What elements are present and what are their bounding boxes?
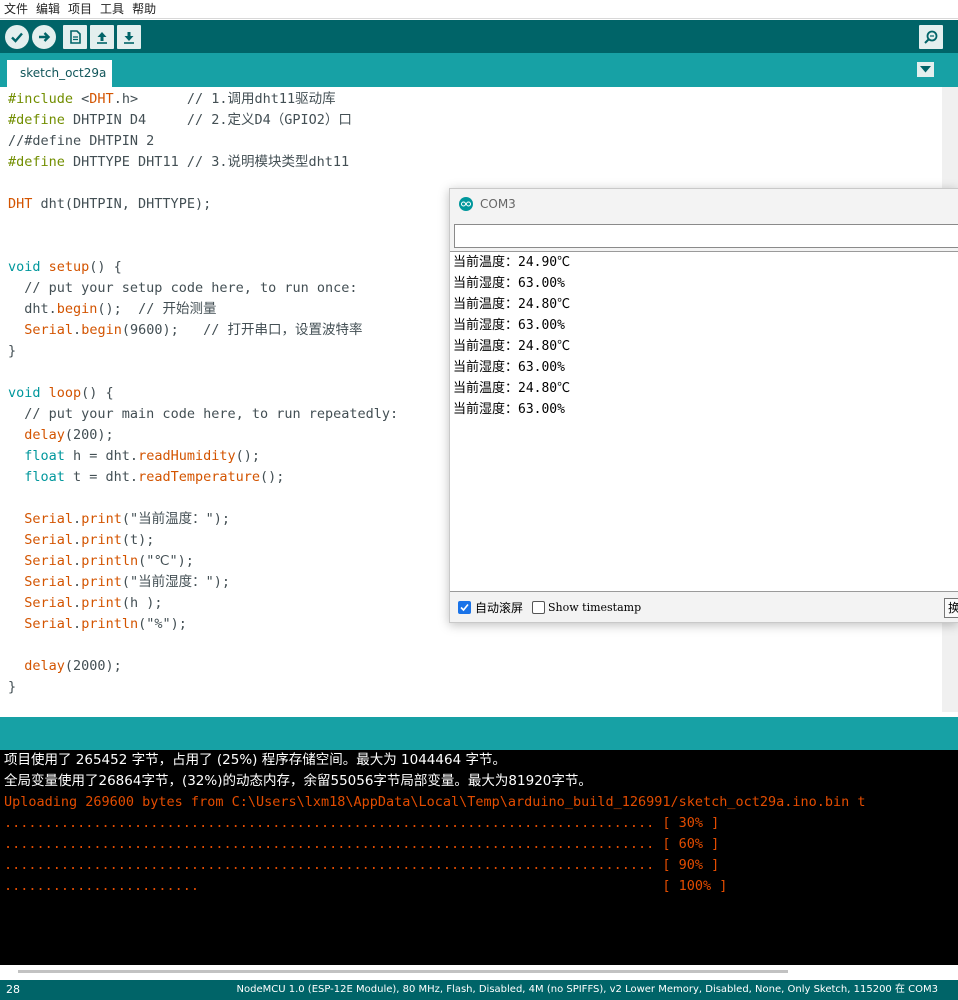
output-console: 项目使用了 265452 字节，占用了 (25%) 程序存储空间。最大为 104…	[0, 750, 958, 965]
open-icon	[97, 32, 107, 44]
serial-monitor-window: COM3 当前温度：24.90℃ 当前湿度：63.00% 当前温度：24.80℃ 当前…	[449, 188, 958, 623]
serial-output-line: 当前湿度：63.00%	[453, 318, 565, 333]
tab-sketch[interactable]: sketch_oct29a	[7, 60, 112, 87]
code-line[interactable]	[8, 215, 398, 236]
code-area[interactable]: #include <DHT.h> // 1.调用dht11驱动库 #define …	[8, 89, 398, 698]
check-icon	[460, 603, 469, 612]
serial-output-line: 当前湿度：63.00%	[453, 276, 565, 291]
serial-output-line: 当前温度：24.80℃	[453, 297, 571, 312]
verify-button[interactable]	[5, 25, 29, 49]
code-line[interactable]	[8, 635, 398, 656]
serial-output: 当前温度：24.90℃ 当前湿度：63.00% 当前温度：24.80℃ 当前湿度：63…	[450, 251, 958, 592]
serial-output-line: 当前湿度：63.00%	[453, 360, 565, 375]
console-line: 项目使用了 265452 字节，占用了 (25%) 程序存储空间。最大为 104…	[4, 752, 506, 768]
serial-output-line: 当前温度：24.80℃	[453, 339, 571, 354]
chevron-down-icon	[920, 66, 931, 73]
code-line[interactable]: delay(200);	[8, 425, 398, 446]
autoscroll-label: 自动滚屏	[475, 601, 524, 615]
menu-sketch[interactable]: 项目	[64, 0, 96, 19]
code-line[interactable]: Serial.println("℃");	[8, 551, 398, 572]
code-line[interactable]: // put your setup code here, to run once…	[8, 278, 398, 299]
serial-send-input[interactable]	[454, 224, 958, 248]
serial-output-line: 当前温度：24.80℃	[453, 381, 571, 396]
console-line: Uploading 269600 bytes from C:\Users\lxm…	[4, 794, 866, 810]
code-line[interactable]: //#define DHTPIN 2	[8, 131, 398, 152]
new-button[interactable]	[63, 25, 87, 49]
serial-options: 自动滚屏 Show timestamp 换	[450, 597, 958, 621]
code-line[interactable]: Serial.print("当前湿度：");	[8, 572, 398, 593]
code-line[interactable]: }	[8, 341, 398, 362]
code-line[interactable]	[8, 362, 398, 383]
show-timestamp-checkbox[interactable]	[532, 601, 545, 614]
code-line[interactable]: delay(2000);	[8, 656, 398, 677]
code-line[interactable]: }	[8, 677, 398, 698]
save-button[interactable]	[117, 25, 141, 49]
menu-help[interactable]: 帮助	[128, 0, 160, 19]
code-line[interactable]: Serial.print(t);	[8, 530, 398, 551]
code-line[interactable]: void loop() {	[8, 383, 398, 404]
code-line[interactable]: // put your main code here, to run repea…	[8, 404, 398, 425]
menu-tools[interactable]: 工具	[96, 0, 128, 19]
tab-strip: sketch_oct29a	[0, 53, 958, 87]
save-icon	[124, 32, 134, 44]
upload-icon	[39, 32, 51, 42]
code-line[interactable]: DHT dht(DHTPIN, DHTTYPE);	[8, 194, 398, 215]
toolbar	[0, 20, 958, 53]
menu-edit[interactable]: 编辑	[32, 0, 64, 19]
upload-button[interactable]	[32, 25, 56, 49]
code-line[interactable]: Serial.println("%");	[8, 614, 398, 635]
serial-monitor-button[interactable]	[919, 25, 943, 49]
code-line[interactable]: Serial.print(h );	[8, 593, 398, 614]
show-timestamp-label: Show timestamp	[548, 601, 642, 614]
console-line: ........................................…	[4, 857, 720, 873]
tab-menu-button[interactable]	[917, 62, 934, 77]
serial-output-line: 当前湿度：63.00%	[453, 402, 565, 417]
serial-monitor-icon	[924, 30, 938, 44]
open-button[interactable]	[90, 25, 114, 49]
code-line[interactable]: #include <DHT.h> // 1.调用dht11驱动库	[8, 89, 398, 110]
board-info: NodeMCU 1.0 (ESP-12E Module), 80 MHz, Fl…	[236, 984, 938, 995]
menu-bar: 文件 编辑 项目 工具 帮助	[0, 0, 958, 19]
code-line[interactable]: #define DHTPIN D4 // 2.定义D4（GPIO2）口	[8, 110, 398, 131]
autoscroll-checkbox[interactable]	[458, 601, 471, 614]
code-line[interactable]: float h = dht.readHumidity();	[8, 446, 398, 467]
new-icon	[70, 30, 81, 44]
arduino-logo-icon	[459, 197, 473, 211]
console-line: ........................ [ 100% ]	[4, 878, 728, 894]
console-line: ........................................…	[4, 836, 720, 852]
code-line[interactable]: float t = dht.readTemperature();	[8, 467, 398, 488]
code-line[interactable]: Serial.begin(9600); // 打开串口，设置波特率	[8, 320, 398, 341]
code-line[interactable]: #define DHTTYPE DHT11 // 3.说明模块类型dht11	[8, 152, 398, 173]
console-line: 全局变量使用了26864字节，(32%)的动态内存，余留55056字节局部变量。…	[4, 773, 592, 789]
code-line[interactable]	[8, 173, 398, 194]
status-bar: 28 NodeMCU 1.0 (ESP-12E Module), 80 MHz,…	[0, 980, 958, 1000]
line-ending-select[interactable]: 换	[944, 598, 958, 618]
message-bar	[0, 717, 958, 750]
serial-output-line: 当前温度：24.90℃	[453, 255, 571, 270]
serial-monitor-title: COM3	[480, 197, 516, 211]
code-line[interactable]: void setup() {	[8, 257, 398, 278]
line-number: 28	[6, 983, 20, 996]
code-line[interactable]: dht.begin(); // 开始测量	[8, 299, 398, 320]
scrollbar-thumb[interactable]	[18, 970, 788, 973]
code-line[interactable]	[8, 488, 398, 509]
code-line[interactable]: Serial.print("当前温度：");	[8, 509, 398, 530]
serial-monitor-titlebar[interactable]: COM3	[450, 189, 958, 220]
console-horizontal-scrollbar[interactable]	[0, 965, 958, 980]
menu-file[interactable]: 文件	[0, 0, 32, 19]
code-line[interactable]	[8, 236, 398, 257]
verify-icon	[11, 32, 23, 43]
console-line: ........................................…	[4, 815, 720, 831]
